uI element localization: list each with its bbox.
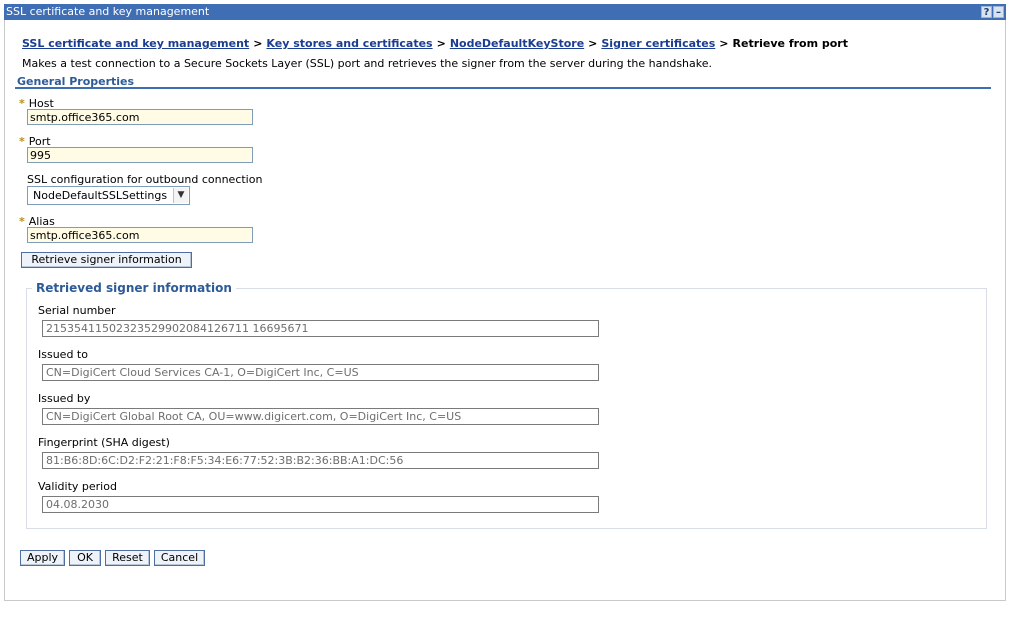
issued-to-label: Issued to (38, 348, 88, 361)
issued-by-label: Issued by (38, 392, 91, 405)
minimize-icon[interactable]: – (993, 6, 1004, 18)
required-icon: * (19, 97, 25, 110)
fingerprint-field: 81:B6:8D:6C:D2:F2:21:F8:F5:34:E6:77:52:3… (42, 452, 599, 469)
retrieve-signer-button[interactable]: Retrieve signer information (21, 252, 192, 268)
breadcrumb-separator: > (436, 37, 446, 50)
section-divider (15, 87, 991, 89)
breadcrumb: SSL certificate and key management > Key s… (22, 37, 848, 50)
breadcrumb-separator: > (253, 37, 263, 50)
help-icon[interactable]: ? (981, 6, 992, 18)
alias-input[interactable] (27, 227, 253, 243)
port-input[interactable] (27, 147, 253, 163)
validity-period-field: 04.08.2030 (42, 496, 599, 513)
cancel-button[interactable]: Cancel (154, 550, 205, 566)
ssl-config-label: SSL configuration for outbound connectio… (27, 173, 263, 186)
reset-button[interactable]: Reset (105, 550, 150, 566)
window-titlebar: SSL certificate and key management ? – (4, 4, 1006, 20)
host-input[interactable] (27, 109, 253, 125)
breadcrumb-link-ssl-management[interactable]: SSL certificate and key management (22, 37, 249, 50)
issued-by-field: CN=DigiCert Global Root CA, OU=www.digic… (42, 408, 599, 425)
serial-number-label: Serial number (38, 304, 116, 317)
ssl-config-value: NodeDefaultSSLSettings (33, 189, 168, 202)
validity-period-label: Validity period (38, 480, 117, 493)
ok-button[interactable]: OK (69, 550, 101, 566)
required-icon: * (19, 215, 25, 228)
required-icon: * (19, 135, 25, 148)
apply-button[interactable]: Apply (20, 550, 65, 566)
ssl-config-select[interactable]: NodeDefaultSSLSettings ▼ (27, 186, 190, 205)
breadcrumb-link-keystore[interactable]: NodeDefaultKeyStore (450, 37, 584, 50)
breadcrumb-link-signer-certificates[interactable]: Signer certificates (601, 37, 715, 50)
serial-number-field: 21535411502323529902084126711 16695671 (42, 320, 599, 337)
page-description: Makes a test connection to a Secure Sock… (22, 57, 713, 70)
breadcrumb-current: Retrieve from port (732, 37, 848, 50)
fingerprint-label: Fingerprint (SHA digest) (38, 436, 170, 449)
breadcrumb-separator: > (588, 37, 598, 50)
window-title: SSL certificate and key management (6, 5, 210, 18)
breadcrumb-link-key-stores[interactable]: Key stores and certificates (266, 37, 432, 50)
chevron-down-icon[interactable]: ▼ (173, 188, 188, 203)
breadcrumb-separator: > (719, 37, 729, 50)
retrieved-signer-title: Retrieved signer information (32, 281, 236, 295)
issued-to-field: CN=DigiCert Cloud Services CA-1, O=DigiC… (42, 364, 599, 381)
